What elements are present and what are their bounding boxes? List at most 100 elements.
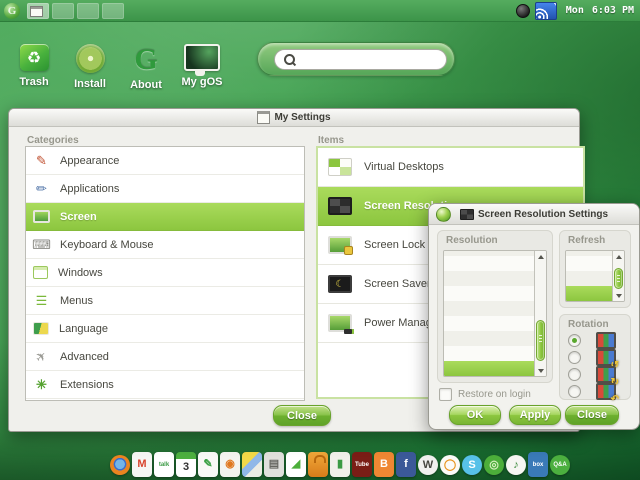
desktop-icon-trash[interactable]: Trash xyxy=(12,44,56,91)
category-row-extensions[interactable]: Extensions xyxy=(26,371,304,399)
gos-logo-icon[interactable]: G xyxy=(4,3,20,19)
dialog-titlebar[interactable]: Screen Resolution Settings xyxy=(429,204,639,225)
dock-icon-firefox[interactable] xyxy=(110,455,130,475)
scroll-up-arrow[interactable] xyxy=(535,251,546,262)
dock-icon-box[interactable]: box xyxy=(528,452,548,477)
dock-icon-facebook[interactable]: f xyxy=(396,452,416,477)
refresh-scrollbar[interactable] xyxy=(612,251,624,301)
resolution-option-1280x960[interactable] xyxy=(444,271,534,286)
clock: Mon 6:03 PM xyxy=(566,5,634,16)
dock-icon-news[interactable]: ▤ xyxy=(264,452,284,477)
category-label: Menus xyxy=(60,295,93,307)
settings-close-button[interactable]: Close xyxy=(273,405,331,426)
category-row-screen[interactable]: Screen xyxy=(26,203,304,231)
dock-icon-blogger[interactable]: B xyxy=(374,452,394,477)
radio-button[interactable] xyxy=(568,368,581,381)
resolution-option-1280x720[interactable] xyxy=(444,316,534,331)
language-icon xyxy=(33,322,49,335)
rotation-option-left[interactable] xyxy=(560,349,630,366)
resolution-option-1280x1024[interactable] xyxy=(444,256,534,271)
dock-icon-youtube[interactable]: Tube xyxy=(352,452,372,477)
resolution-list xyxy=(443,250,547,377)
resolution-option-1152x768[interactable] xyxy=(444,346,534,361)
applications-icon xyxy=(33,180,50,197)
categories-list: Appearance Applications Screen Keyboard … xyxy=(25,146,305,401)
radio-button[interactable] xyxy=(568,351,581,364)
dock-icon-calendar[interactable]: 3 xyxy=(176,452,196,477)
dock-icon-music[interactable]: ◎ xyxy=(484,455,504,475)
google-search-input[interactable] xyxy=(299,52,446,66)
network-icon[interactable] xyxy=(535,2,557,20)
dock-icon-phone[interactable]: ▮ xyxy=(330,452,350,477)
refresh-option-60hz[interactable] xyxy=(566,271,612,286)
dock-icon-gmail[interactable]: M xyxy=(132,452,152,477)
rotation-option-right[interactable] xyxy=(560,366,630,383)
my-settings-titlebar[interactable]: My Settings xyxy=(9,109,579,127)
dock-icon-qa[interactable]: Q&A xyxy=(550,455,570,475)
advanced-icon xyxy=(33,348,50,365)
item-row-virtual-desktops[interactable]: Virtual Desktops xyxy=(318,148,583,187)
rot-left-icon xyxy=(596,349,616,366)
category-row-windows[interactable]: Windows xyxy=(26,259,304,287)
resolution-option-1280x768[interactable] xyxy=(444,301,534,316)
category-label: Language xyxy=(59,323,108,335)
dialog-close-button[interactable]: Close xyxy=(565,405,619,425)
pager-button-4[interactable] xyxy=(102,3,124,19)
scroll-down-arrow[interactable] xyxy=(535,365,546,376)
virtual-desktops-icon xyxy=(328,158,352,176)
monitor-icon xyxy=(460,209,474,220)
resolution-scrollbar[interactable] xyxy=(534,251,546,376)
category-row-partial[interactable] xyxy=(26,399,304,401)
category-row-appearance[interactable]: Appearance xyxy=(26,147,304,175)
refresh-group: Refresh xyxy=(559,230,631,308)
volume-icon[interactable] xyxy=(516,4,530,18)
category-row-applications[interactable]: Applications xyxy=(26,175,304,203)
top-panel: G Mon 6:03 PM xyxy=(0,0,640,22)
workspace-pager xyxy=(27,3,124,19)
windows-icon xyxy=(33,266,48,279)
apply-button[interactable]: Apply xyxy=(509,405,561,425)
restore-checkbox[interactable] xyxy=(439,388,452,401)
dock-icon-meebo[interactable]: ◯ xyxy=(440,455,460,475)
scrollbar-thumb[interactable] xyxy=(614,268,623,289)
pager-button-3[interactable] xyxy=(77,3,99,19)
item-label: Virtual Desktops xyxy=(364,161,444,173)
resolution-option-1024x768[interactable] xyxy=(444,361,534,376)
scroll-down-arrow[interactable] xyxy=(613,290,624,301)
dock-icon-google-talk[interactable]: talk xyxy=(154,452,174,477)
scroll-up-arrow[interactable] xyxy=(613,251,624,262)
pager-button-2[interactable] xyxy=(52,3,74,19)
dock-icon-finance[interactable]: ◢ xyxy=(286,452,306,477)
rotation-option-inverted[interactable] xyxy=(560,383,630,400)
category-row-menus[interactable]: Menus xyxy=(26,287,304,315)
resolution-option-1280x800[interactable] xyxy=(444,286,534,301)
refresh-option-70hz[interactable] xyxy=(566,256,612,271)
screen-resolution-dialog: Screen Resolution Settings Resolution Re… xyxy=(428,203,640,430)
category-row-language[interactable]: Language xyxy=(26,315,304,343)
ok-button[interactable]: OK xyxy=(449,405,501,425)
rotation-option-normal[interactable] xyxy=(560,332,630,349)
category-label: Extensions xyxy=(60,379,114,391)
desktop-icon-mygos[interactable]: My gOS xyxy=(180,44,224,91)
dock-icon-reader[interactable]: ◉ xyxy=(220,452,240,477)
dock-icon-shopping[interactable] xyxy=(308,452,328,477)
radio-button[interactable] xyxy=(568,385,581,398)
dialog-close-orb[interactable] xyxy=(436,207,451,222)
pager-button-1[interactable] xyxy=(27,3,49,19)
resolution-option-1152x864[interactable] xyxy=(444,331,534,346)
desktop-icon-about[interactable]: G About xyxy=(124,44,168,91)
dock-icon-skype[interactable]: S xyxy=(462,455,482,475)
scrollbar-thumb[interactable] xyxy=(536,320,545,361)
refresh-option-0hz[interactable] xyxy=(566,286,612,301)
radio-button[interactable] xyxy=(568,334,581,347)
category-label: Advanced xyxy=(60,351,109,363)
dock-icon-wikipedia[interactable]: W xyxy=(418,455,438,475)
category-row-keyboard-mouse[interactable]: Keyboard & Mouse xyxy=(26,231,304,259)
rot-inverted-icon xyxy=(596,383,616,400)
mygos-icon xyxy=(184,44,220,71)
dock-icon-maps[interactable] xyxy=(242,452,262,477)
category-row-advanced[interactable]: Advanced xyxy=(26,343,304,371)
dock-icon-rhythmbox[interactable]: ♪ xyxy=(506,455,526,475)
desktop-icon-install[interactable]: Install xyxy=(68,44,112,91)
dock-icon-docs[interactable]: ✎ xyxy=(198,452,218,477)
